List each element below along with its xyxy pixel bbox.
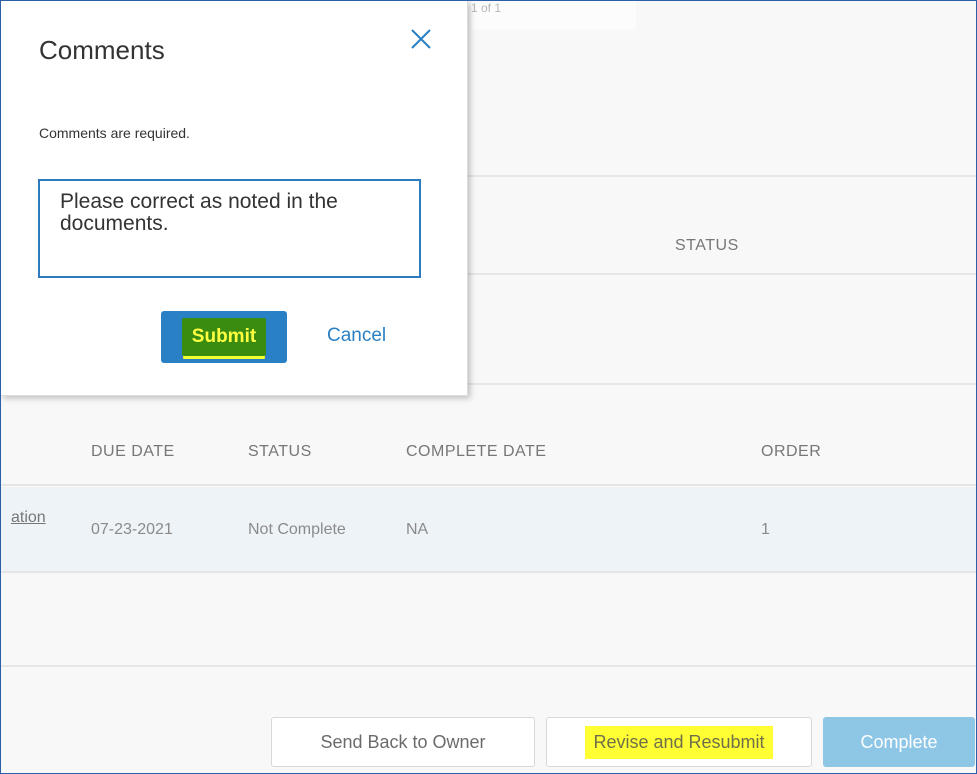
submit-label: Submit — [181, 318, 267, 356]
status-column-header: STATUS — [248, 443, 312, 460]
send-back-to-owner-button[interactable]: Send Back to Owner — [271, 717, 535, 767]
divider — [1, 665, 976, 667]
divider — [1, 484, 976, 486]
order-cell: 1 — [761, 521, 770, 538]
pager-text: 1 of 1 — [471, 1, 636, 29]
due-date-cell: 07-23-2021 — [91, 521, 173, 538]
close-icon[interactable] — [407, 25, 435, 53]
revise-label: Revise and Resubmit — [585, 725, 773, 759]
revise-and-resubmit-button[interactable]: Revise and Resubmit — [546, 717, 812, 767]
divider — [1, 571, 976, 573]
complete-label: Complete — [860, 731, 938, 752]
dialog-title: Comments — [39, 35, 165, 65]
complete-button[interactable]: Complete — [823, 717, 975, 767]
task-name-link[interactable]: ation — [11, 509, 46, 527]
comment-textarea[interactable]: Please correct as noted in the documents… — [38, 179, 421, 278]
app-frame: 1 of 1 STATUS DUE DATE STATUS COMPLETE D… — [0, 0, 977, 774]
status-cell: Not Complete — [248, 521, 346, 538]
order-column-header: ORDER — [761, 443, 822, 460]
table-row[interactable]: ation 07-23-2021 Not Complete NA 1 — [1, 487, 976, 571]
cancel-link[interactable]: Cancel — [327, 325, 386, 347]
dialog-message: Comments are required. — [39, 125, 190, 141]
status-column-header: STATUS — [675, 237, 739, 254]
complete-date-cell: NA — [406, 521, 429, 538]
send-back-label: Send Back to Owner — [320, 731, 486, 752]
submit-button[interactable]: Submit — [161, 311, 287, 363]
due-date-column-header: DUE DATE — [91, 443, 175, 460]
comments-dialog: Comments Comments are required. Please c… — [1, 1, 468, 396]
complete-date-column-header: COMPLETE DATE — [406, 443, 547, 460]
